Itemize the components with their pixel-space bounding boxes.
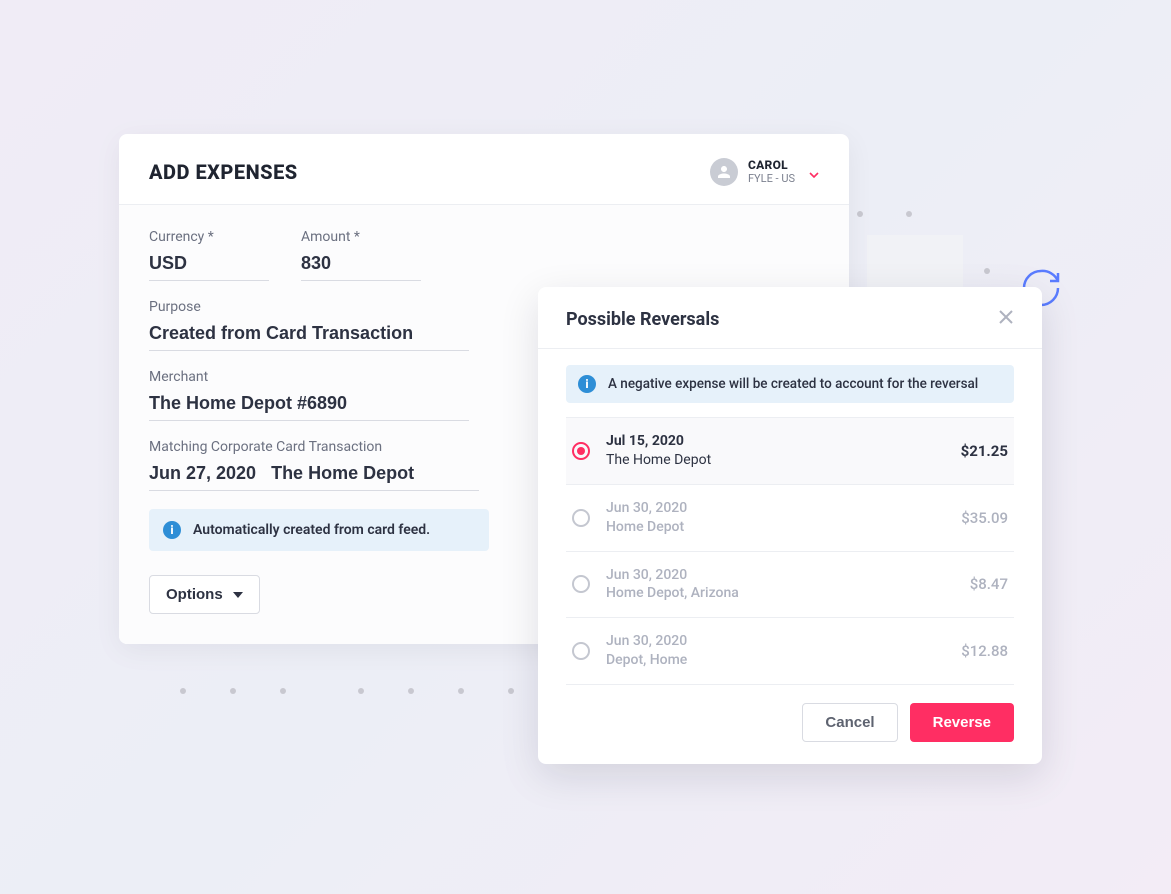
info-banner-text: Automatically created from card feed. bbox=[193, 522, 430, 538]
reversal-item[interactable]: Jun 30, 2020Depot, Home $12.88 bbox=[566, 618, 1014, 685]
close-icon[interactable] bbox=[998, 309, 1014, 330]
amount-label: Amount * bbox=[301, 229, 421, 245]
reversal-date: Jun 30, 2020 bbox=[606, 566, 954, 585]
matching-input[interactable] bbox=[149, 461, 479, 491]
options-label: Options bbox=[166, 586, 223, 603]
decoration-dot bbox=[180, 688, 186, 694]
modal-info-text: A negative expense will be created to ac… bbox=[608, 376, 978, 392]
reversal-amount: $12.88 bbox=[961, 642, 1008, 660]
decoration-dot bbox=[280, 688, 286, 694]
reversal-amount: $21.25 bbox=[961, 442, 1008, 460]
user-switcher[interactable]: CAROL FYLE - US bbox=[710, 158, 819, 186]
reversal-text: Jun 30, 2020Depot, Home bbox=[606, 632, 945, 670]
info-icon: i bbox=[163, 521, 181, 539]
user-text: CAROL FYLE - US bbox=[748, 159, 795, 184]
decoration-dot bbox=[358, 688, 364, 694]
reversal-date: Jun 30, 2020 bbox=[606, 632, 945, 651]
purpose-input[interactable] bbox=[149, 321, 469, 351]
merchant-input[interactable] bbox=[149, 391, 469, 421]
modal-info-banner: i A negative expense will be created to … bbox=[566, 365, 1014, 403]
modal-header: Possible Reversals bbox=[538, 287, 1042, 349]
reversal-text: Jul 15, 2020The Home Depot bbox=[606, 432, 945, 470]
reversal-text: Jun 30, 2020Home Depot bbox=[606, 499, 945, 537]
reversal-list: Jul 15, 2020The Home Depot $21.25 Jun 30, … bbox=[566, 417, 1014, 685]
decoration-dot bbox=[458, 688, 464, 694]
reversal-amount: $8.47 bbox=[970, 575, 1008, 593]
modal-title: Possible Reversals bbox=[566, 309, 719, 330]
amount-input[interactable] bbox=[301, 251, 421, 281]
caret-down-icon bbox=[233, 592, 243, 598]
cancel-button[interactable]: Cancel bbox=[802, 703, 897, 742]
page-title: ADD EXPENSES bbox=[149, 160, 298, 184]
decoration-dot bbox=[408, 688, 414, 694]
reversals-modal: Possible Reversals i A negative expense … bbox=[538, 287, 1042, 764]
currency-label: Currency * bbox=[149, 229, 269, 245]
decoration-dot bbox=[508, 688, 514, 694]
expenses-header: ADD EXPENSES CAROL FYLE - US bbox=[119, 134, 849, 205]
radio-icon bbox=[572, 509, 590, 527]
info-banner: i Automatically created from card feed. bbox=[149, 509, 489, 551]
user-org: FYLE - US bbox=[748, 173, 795, 185]
reverse-button[interactable]: Reverse bbox=[910, 703, 1014, 742]
reversal-merchant: Depot, Home bbox=[606, 651, 945, 670]
currency-input[interactable] bbox=[149, 251, 269, 281]
info-icon: i bbox=[578, 375, 596, 393]
reversal-text: Jun 30, 2020Home Depot, Arizona bbox=[606, 566, 954, 604]
decoration-dot bbox=[230, 688, 236, 694]
reversal-amount: $35.09 bbox=[961, 509, 1008, 527]
options-button[interactable]: Options bbox=[149, 575, 260, 614]
radio-icon bbox=[572, 575, 590, 593]
avatar-icon bbox=[710, 158, 738, 186]
currency-field: Currency * bbox=[149, 229, 269, 281]
amount-field: Amount * bbox=[301, 229, 421, 281]
radio-icon bbox=[572, 642, 590, 660]
reversal-item[interactable]: Jun 30, 2020Home Depot $35.09 bbox=[566, 485, 1014, 552]
modal-body: i A negative expense will be created to … bbox=[538, 349, 1042, 685]
radio-icon bbox=[572, 442, 590, 460]
reversal-merchant: Home Depot bbox=[606, 518, 945, 537]
reversal-merchant: The Home Depot bbox=[606, 451, 945, 470]
reversal-item[interactable]: Jun 30, 2020Home Depot, Arizona $8.47 bbox=[566, 552, 1014, 619]
decoration-dot bbox=[984, 268, 990, 274]
reversal-date: Jul 15, 2020 bbox=[606, 432, 945, 451]
modal-footer: Cancel Reverse bbox=[538, 685, 1042, 764]
user-name: CAROL bbox=[748, 159, 795, 172]
reversal-date: Jun 30, 2020 bbox=[606, 499, 945, 518]
reversal-merchant: Home Depot, Arizona bbox=[606, 584, 954, 603]
decoration-dot bbox=[906, 211, 912, 217]
decoration-dot bbox=[857, 211, 863, 217]
chevron-down-icon bbox=[809, 163, 819, 182]
reversal-item[interactable]: Jul 15, 2020The Home Depot $21.25 bbox=[566, 418, 1014, 485]
